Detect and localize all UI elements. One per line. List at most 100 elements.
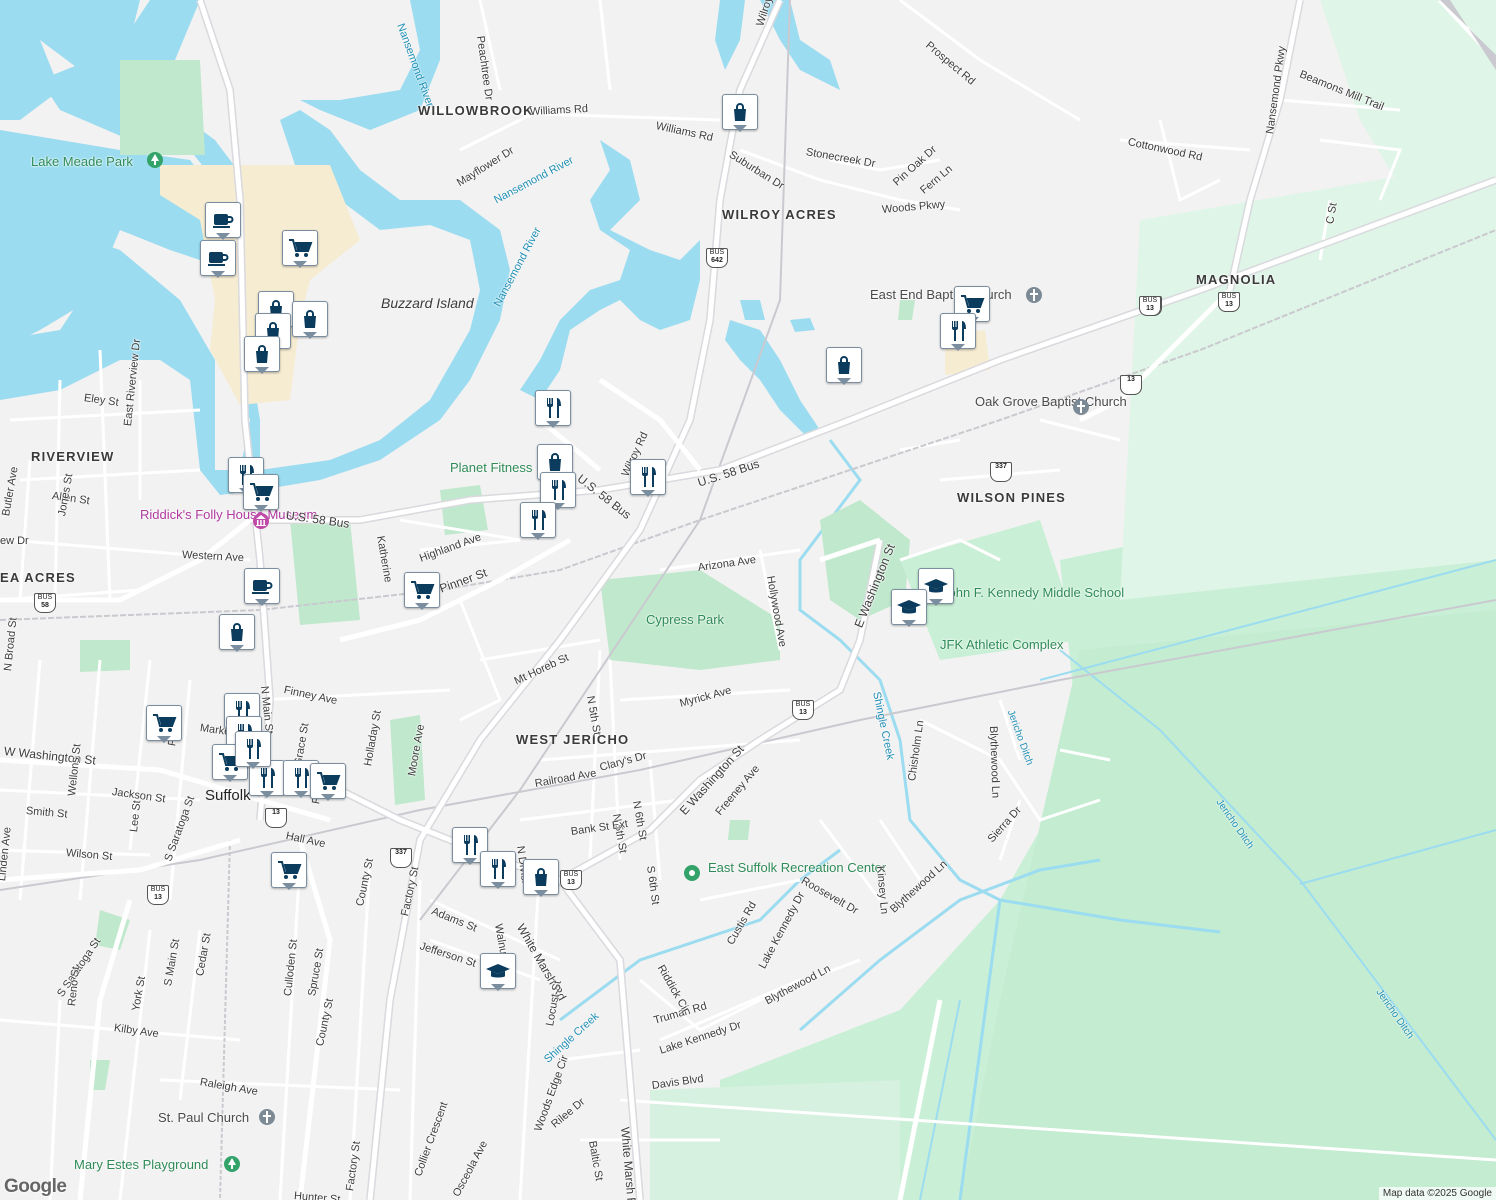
map-canvas[interactable]: WILLOWBROOK WILROY ACRES MAGNOLIA RIVERV… — [0, 0, 1496, 1200]
fork-knife-icon — [524, 506, 552, 534]
shield-top: BUS — [563, 871, 579, 878]
neighborhood-wilson-pines: WILSON PINES — [957, 490, 1067, 505]
shopping-marker[interactable] — [722, 94, 758, 132]
cafe-marker[interactable] — [205, 202, 241, 240]
shield-number: 13 — [154, 894, 162, 901]
shopping-marker[interactable] — [292, 301, 328, 339]
place-mary-estes[interactable]: Mary Estes Playground — [74, 1157, 208, 1172]
place-buzzard-island: Buzzard Island — [381, 295, 474, 311]
fork-knife-icon — [634, 463, 662, 491]
fork-knife-icon — [239, 735, 267, 763]
shopping-bag-icon — [726, 98, 754, 126]
neighborhood-riverview: RIVERVIEW — [31, 449, 115, 464]
neighborhood-west-jericho: WEST JERICHO — [516, 732, 630, 747]
shield-top: BUS — [709, 249, 725, 256]
road-label: Blythewood Ln — [987, 725, 1002, 799]
shopping-marker[interactable] — [244, 336, 280, 374]
church-icon — [259, 1109, 275, 1125]
fork-knife-icon — [484, 855, 512, 883]
shield-number: 58 — [41, 602, 49, 609]
cart-icon — [247, 478, 275, 506]
grocery-marker[interactable] — [146, 705, 182, 743]
route-shield-icon: 13 — [265, 808, 287, 828]
shopping-bag-icon — [248, 340, 276, 368]
route-shield-icon: BUS13 — [147, 885, 169, 905]
shopping-marker[interactable] — [523, 859, 559, 897]
recreation-icon — [684, 865, 700, 881]
shield-number: 337 — [395, 849, 407, 856]
neighborhood-ea-acres: EA ACRES — [0, 570, 76, 585]
google-logo: Google — [4, 1176, 67, 1197]
shopping-bag-icon — [527, 863, 555, 891]
restaurant-marker[interactable] — [940, 313, 976, 351]
place-jfk-athletic[interactable]: JFK Athletic Complex — [940, 638, 1064, 652]
place-cypress-park[interactable]: Cypress Park — [646, 612, 724, 627]
route-shield-icon: 13 — [1120, 375, 1142, 395]
shield-number: 13 — [567, 879, 575, 886]
shield-top: BUS — [1221, 293, 1237, 300]
museum-icon — [253, 513, 269, 529]
park-icon — [147, 152, 163, 168]
route-shield-icon: BUS 58 — [34, 593, 56, 613]
church-icon — [1026, 287, 1042, 303]
place-suffolk: Suffolk — [205, 787, 251, 804]
school-marker[interactable] — [480, 953, 516, 991]
shopping-bag-icon — [830, 351, 858, 379]
place-planet-fitness[interactable]: Planet Fitness — [450, 460, 532, 475]
cafe-marker[interactable] — [244, 568, 280, 606]
grocery-marker[interactable] — [282, 230, 318, 268]
shield-top: BUS — [795, 701, 811, 708]
cafe-marker[interactable] — [200, 240, 236, 278]
restaurant-marker[interactable] — [520, 502, 556, 540]
route-shield-icon: BUS13 — [560, 870, 582, 890]
shopping-marker[interactable] — [826, 347, 862, 385]
shield-top: BUS — [1142, 297, 1158, 304]
shield-top: BUS — [37, 594, 53, 601]
cart-icon — [408, 576, 436, 604]
neighborhood-willowbrook: WILLOWBROOK — [418, 103, 534, 118]
grocery-marker[interactable] — [404, 572, 440, 610]
shield-number: 13 — [1127, 376, 1135, 383]
restaurant-marker[interactable] — [235, 731, 271, 769]
coffee-icon — [204, 244, 232, 272]
place-riddicks-folly[interactable]: Riddick's Folly House Museum — [140, 508, 317, 522]
route-shield-icon: BUS13 — [1139, 296, 1161, 316]
shopping-bag-icon — [296, 305, 324, 333]
grocery-marker[interactable] — [243, 474, 279, 512]
shield-top: BUS — [150, 886, 166, 893]
route-shield-icon: 337 — [990, 462, 1012, 482]
road-label: ew Dr — [0, 535, 29, 547]
park-icon — [224, 1156, 240, 1172]
graduation-cap-icon — [484, 957, 512, 985]
shopping-bag-icon — [223, 618, 251, 646]
place-jfk-middle-school[interactable]: John F. Kennedy Middle School — [942, 586, 1124, 600]
fork-knife-icon — [944, 317, 972, 345]
shield-number: 13 — [1146, 305, 1154, 312]
graduation-cap-icon — [895, 593, 923, 621]
fork-knife-icon — [539, 394, 567, 422]
map-copyright: Map data ©2025 Google — [1378, 1187, 1496, 1200]
grocery-marker[interactable] — [310, 763, 346, 801]
cart-icon — [275, 856, 303, 884]
place-lake-meade-park[interactable]: Lake Meade Park — [31, 154, 133, 169]
shield-number: 13 — [1225, 301, 1233, 308]
grocery-marker[interactable] — [271, 852, 307, 890]
restaurant-marker[interactable] — [480, 851, 516, 889]
place-oak-grove-baptist[interactable]: Oak Grove Baptist Church — [975, 395, 1127, 409]
place-st-paul-church[interactable]: St. Paul Church — [158, 1111, 249, 1125]
coffee-icon — [209, 206, 237, 234]
neighborhood-magnolia: MAGNOLIA — [1196, 272, 1277, 287]
cart-icon — [314, 767, 342, 795]
place-east-suffolk-rec[interactable]: East Suffolk Recreation Center — [708, 861, 886, 875]
shield-number: 642 — [711, 257, 723, 264]
restaurant-marker[interactable] — [535, 390, 571, 428]
coffee-icon — [248, 572, 276, 600]
restaurant-marker[interactable] — [630, 459, 666, 497]
shield-number: 13 — [272, 809, 280, 816]
place-east-end-baptist[interactable]: East End Baptist Church — [870, 288, 1012, 302]
cart-icon — [286, 234, 314, 262]
shopping-marker[interactable] — [219, 614, 255, 652]
school-marker[interactable] — [891, 589, 927, 627]
shield-number: 337 — [995, 463, 1007, 470]
route-shield-icon: BUS13 — [792, 700, 814, 720]
